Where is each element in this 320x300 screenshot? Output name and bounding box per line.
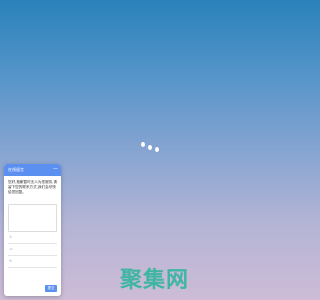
minimize-icon[interactable]: — [53,164,58,175]
email-icon: ✉ [9,259,12,263]
message-textarea[interactable] [8,204,57,232]
watermark-logo: 聚集网 [120,268,190,293]
loading-indicator [141,142,161,154]
phone-icon: ☏ [9,247,14,251]
email-field[interactable]: ✉ [8,256,57,268]
submit-button[interactable]: 提交 [45,285,57,292]
loading-dot [148,145,152,150]
feedback-panel: 在线留言 — 您好,抱歉暂时无人为您服务,请留下您的联系方式,我们会尽快给您回复… [4,164,61,296]
name-field[interactable]: ♙ [8,232,57,244]
loading-dot [155,147,159,152]
person-icon: ♙ [9,235,13,239]
feedback-panel-header: 在线留言 — [4,164,61,176]
feedback-panel-title: 在线留言 [8,167,24,172]
feedback-message: 您好,抱歉暂时无人为您服务,请留下您的联系方式,我们会尽快给您回复。 [8,180,58,194]
loading-dot [141,142,145,147]
phone-field[interactable]: ☏ [8,244,57,256]
